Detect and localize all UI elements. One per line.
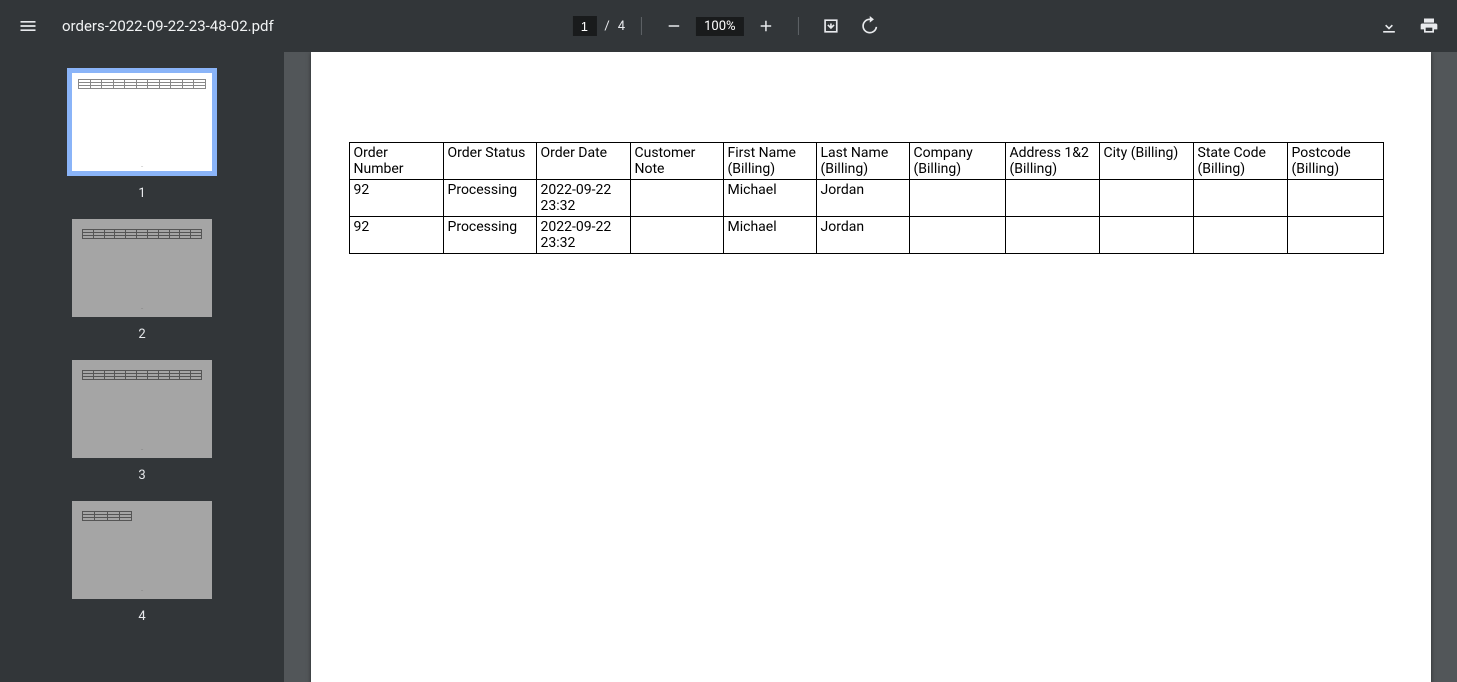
table-row: 92 Processing 2022-09-22 23:32 Michael J… (349, 180, 1383, 217)
menu-button[interactable] (12, 10, 44, 42)
filename: orders-2022-09-22-23-48-02.pdf (62, 17, 274, 35)
table-header: Order Status (443, 143, 536, 180)
print-button[interactable] (1413, 10, 1445, 42)
thumbnail-1[interactable]: — 1 (0, 68, 284, 201)
table-header: Last Name (Billing) (816, 143, 909, 180)
thumbnail-label: 1 (138, 186, 145, 201)
table-header: Company (Billing) (909, 143, 1005, 180)
thumbnail-label: 4 (138, 609, 145, 624)
table-header: Address 1&2 (Billing) (1005, 143, 1099, 180)
thumbnail-2[interactable]: — 2 (0, 219, 284, 342)
table-header: City (Billing) (1099, 143, 1193, 180)
page-viewport[interactable]: Order Number Order Status Order Date Cus… (284, 52, 1457, 682)
orders-table: Order Number Order Status Order Date Cus… (349, 142, 1384, 254)
thumbnail-label: 3 (138, 468, 145, 483)
page-number-input[interactable] (572, 16, 596, 36)
download-button[interactable] (1373, 10, 1405, 42)
rotate-button[interactable] (853, 10, 885, 42)
table-header: Customer Note (630, 143, 723, 180)
divider (641, 17, 642, 35)
table-header: Postcode (Billing) (1287, 143, 1383, 180)
pdf-page-1: Order Number Order Status Order Date Cus… (311, 52, 1431, 682)
thumbnails-sidebar[interactable]: — 1 — 2 — 3 (0, 52, 284, 682)
table-header: State Code (Billing) (1193, 143, 1287, 180)
zoom-out-button[interactable] (658, 10, 690, 42)
zoom-in-button[interactable] (750, 10, 782, 42)
thumbnail-3[interactable]: — 3 (0, 360, 284, 483)
thumbnail-4[interactable]: — 4 (0, 501, 284, 624)
page-total: 4 (618, 19, 625, 34)
page-separator: / (604, 19, 609, 34)
fit-page-button[interactable] (815, 10, 847, 42)
table-row: 92 Processing 2022-09-22 23:32 Michael J… (349, 217, 1383, 254)
thumbnail-label: 2 (138, 327, 145, 342)
zoom-level-display[interactable]: 100% (696, 17, 743, 36)
table-header: First Name (Billing) (723, 143, 816, 180)
table-header: Order Date (536, 143, 630, 180)
divider (798, 17, 799, 35)
table-header: Order Number (349, 143, 443, 180)
